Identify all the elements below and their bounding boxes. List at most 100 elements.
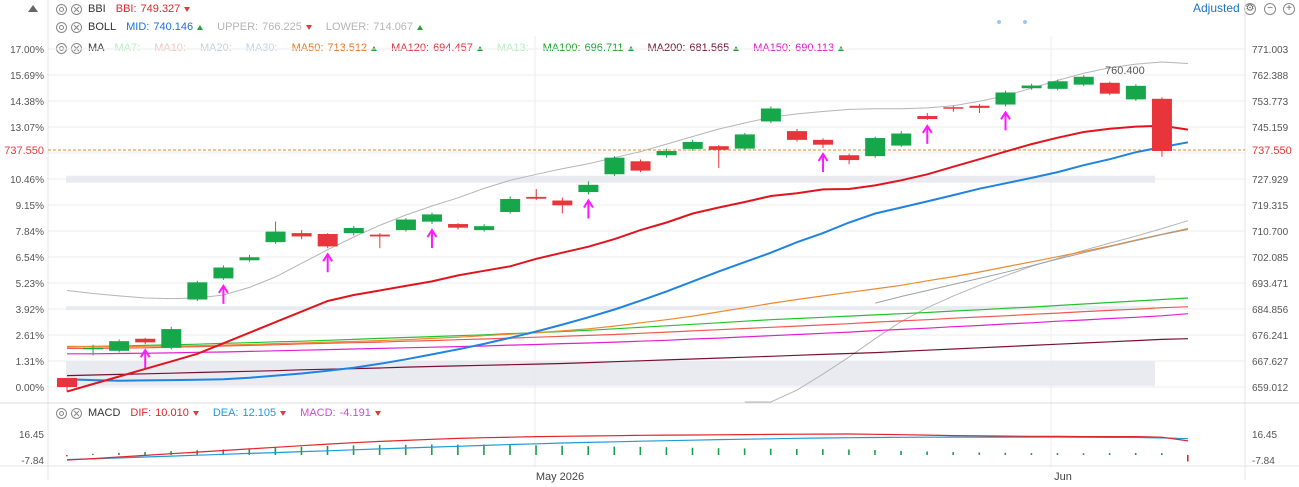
zoom-out-icon[interactable]: −	[1264, 3, 1276, 15]
macd-hist-bar	[222, 449, 225, 455]
legend-macd-name: MACD	[88, 407, 121, 419]
close-icon[interactable]	[71, 21, 82, 33]
legend-label: MA50:	[291, 42, 324, 54]
series-line-bbi	[66, 124, 1189, 393]
macd-tick-right: 16.45	[1252, 430, 1277, 441]
gear-icon[interactable]	[56, 21, 67, 33]
settings-icon[interactable]: ⚙	[1244, 3, 1256, 15]
legend-boll-item: UPPER: 766.225	[217, 21, 312, 33]
y-right-tick: 719.315	[1252, 201, 1289, 212]
y-left-tick: 2.61%	[16, 331, 44, 342]
legend-value: 740.146	[153, 21, 194, 33]
gear-icon[interactable]	[56, 407, 67, 419]
marker-dot	[1023, 20, 1027, 24]
series-line-mid	[66, 141, 1189, 382]
legend-label: MA200:	[647, 42, 686, 54]
legend-bbi-item: BBI: 749.327	[116, 3, 191, 15]
y-left-tick: 15.69%	[10, 71, 44, 82]
arrow-down-icon	[192, 410, 199, 416]
candle-body	[213, 267, 234, 279]
legend-label: DEA:	[212, 407, 239, 419]
candle-body	[1151, 98, 1172, 152]
arrow-up-icon	[627, 45, 634, 51]
candle-body	[369, 234, 390, 237]
legend-label: MID:	[126, 21, 150, 33]
macd-hist-bar	[561, 445, 563, 455]
legend-label: MA30:	[245, 42, 278, 54]
candle-body	[865, 138, 886, 157]
gear-icon[interactable]	[56, 42, 67, 54]
close-icon[interactable]	[71, 407, 82, 419]
candle-body	[500, 199, 521, 212]
y-left-tick: 6.54%	[16, 253, 44, 264]
legend-boll: BOLL MID: 740.146 UPPER: 766.225 LOWER: 714.0…	[52, 18, 424, 36]
macd-hist-bar	[848, 449, 850, 455]
y-left-tick: 14.38%	[10, 97, 44, 108]
legend-label: MA10:	[154, 42, 186, 54]
legend-boll-items: MID: 740.146 UPPER: 766.225 LOWER: 714.067	[116, 21, 424, 33]
legend-ma-item: MA13:	[497, 42, 529, 54]
legend-bbi-items: BBI: 749.327	[106, 3, 191, 15]
arrow-up-icon	[838, 45, 845, 51]
legend-bbi-name: BBI	[88, 3, 106, 15]
signal-arrow	[426, 228, 438, 249]
shaded-zone	[66, 306, 1155, 311]
legend-macd-item: DEA: 12.105	[212, 407, 287, 419]
macd-hist-bar	[404, 444, 407, 455]
price-tag-left-bg	[0, 142, 46, 157]
macd-tick-left: -7.84	[21, 456, 44, 467]
y-left-tick: 7.84%	[16, 227, 44, 238]
macd-hist-bar	[952, 452, 954, 455]
candle-body	[917, 116, 938, 120]
zoom-in-icon[interactable]: +	[1283, 3, 1295, 15]
legend-label: MA7:	[114, 42, 141, 54]
close-icon[interactable]	[71, 3, 82, 15]
adjusted-toggle[interactable]: Adjusted	[1193, 1, 1241, 15]
y-left-tick: 5.23%	[16, 279, 44, 290]
candle-body	[552, 200, 573, 206]
y-left-tick: 9.15%	[16, 201, 44, 212]
legend-ma-item: MA150: 690.113	[753, 42, 845, 54]
y-left-tick: 10.46%	[10, 175, 44, 186]
x-axis-label: May 2026	[536, 471, 584, 483]
macd-hist-bar	[483, 444, 485, 455]
legend-value: 10.010	[155, 407, 189, 419]
arrow-up-icon	[476, 45, 483, 51]
x-axis-label: Jun	[1054, 471, 1072, 483]
y-left-tick: 11.77%	[11, 149, 44, 160]
macd-hist-bar	[1082, 453, 1085, 455]
y-right-tick: 684.856	[1252, 305, 1289, 316]
macd-hist-bar	[430, 444, 433, 455]
macd-hist-bar	[874, 450, 876, 455]
collapse-triangle-icon[interactable]	[28, 5, 38, 12]
legend-macd-items: DIF: 10.010 DEA: 12.105 MACD: -4.191	[120, 407, 381, 419]
candle-body	[786, 131, 807, 140]
legend-macd-item: MACD: -4.191	[300, 407, 381, 419]
macd-hist-bar	[1187, 455, 1189, 462]
candle-body	[760, 108, 781, 122]
legend-ma-item: MA7:	[115, 42, 141, 54]
legend-ma-item: MA100: 696.711	[543, 42, 634, 54]
candle-body	[708, 146, 729, 150]
macd-hist-bar	[639, 446, 642, 455]
legend-value: 12.105	[242, 407, 277, 419]
legend-value: 694.457	[433, 42, 473, 54]
signal-arrow	[583, 198, 594, 219]
candle-body	[421, 214, 442, 222]
signal-arrow	[139, 348, 151, 369]
candle-body	[682, 141, 703, 149]
gear-icon[interactable]	[56, 3, 67, 15]
y-left-tick: 1.31%	[16, 357, 44, 368]
legend-label: MA150:	[753, 42, 792, 54]
candle-body	[1073, 76, 1094, 85]
price-tag-right-bg	[1247, 142, 1299, 157]
macd-tick-left: 16.45	[19, 430, 44, 441]
legend-ma-item: MA10:	[154, 42, 186, 54]
macd-hist-bar	[691, 447, 694, 455]
legend-boll-item: MID: 740.146	[126, 21, 204, 33]
arrow-up-icon	[417, 24, 424, 30]
y-left-tick: 3.92%	[16, 305, 44, 316]
candle-body	[891, 133, 912, 146]
close-icon[interactable]	[71, 42, 82, 54]
candle-body	[1021, 85, 1042, 89]
